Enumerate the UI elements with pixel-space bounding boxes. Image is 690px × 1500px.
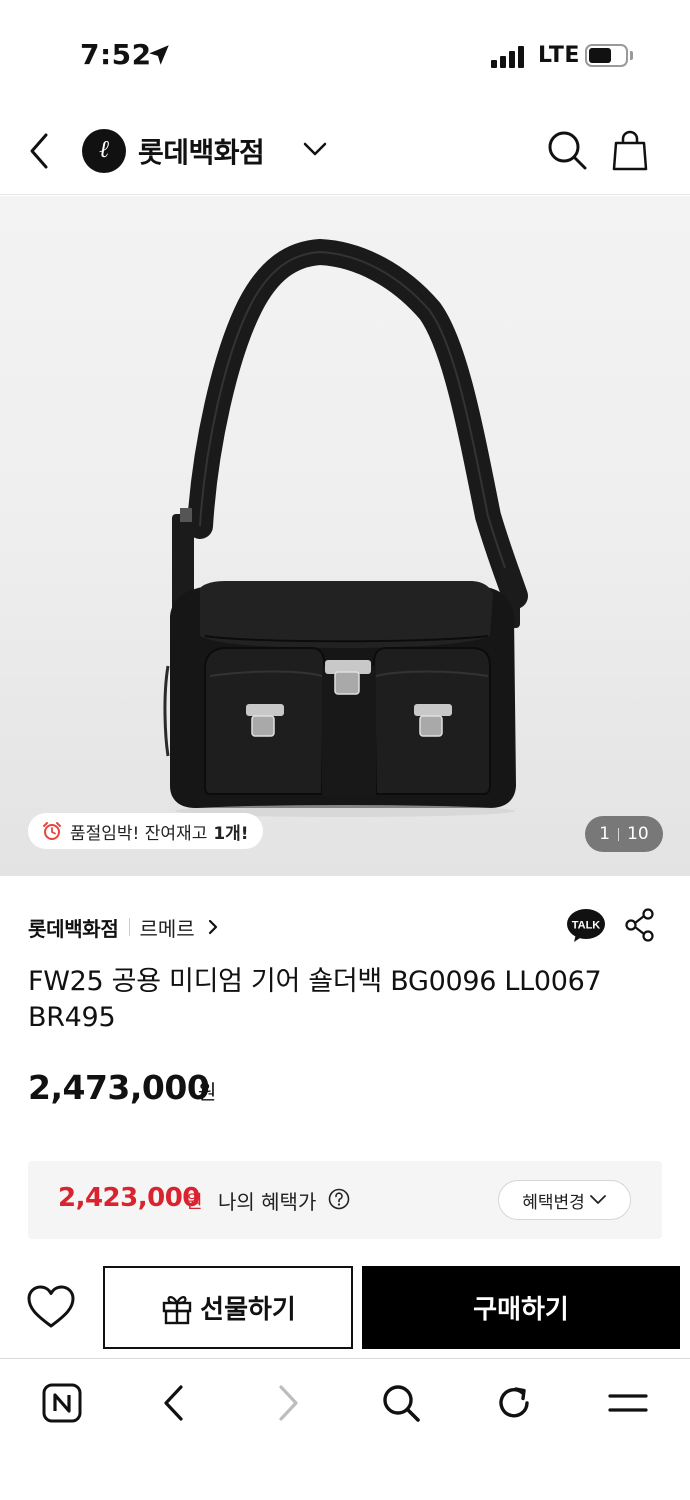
back-icon[interactable]	[22, 129, 58, 173]
product-price: 2,473,000	[28, 1068, 210, 1107]
alarm-clock-icon	[43, 822, 61, 840]
gift-icon	[162, 1295, 192, 1324]
menu-icon[interactable]	[604, 1379, 652, 1427]
gift-label: 선물하기	[200, 1295, 296, 1325]
benefit-price-unit: 원	[186, 1192, 203, 1213]
lotte-logo[interactable]: ℓ	[82, 129, 126, 173]
change-benefit-label: 혜택변경	[522, 1192, 585, 1213]
low-stock-badge: 품절임박! 잔여재고 1개!	[28, 813, 263, 849]
browser-forward-icon[interactable]	[264, 1379, 312, 1427]
benefit-price-box: 2,423,000 원 나의 혜택가 혜택변경	[28, 1161, 662, 1239]
refresh-icon[interactable]	[490, 1379, 538, 1427]
change-benefit-button[interactable]: 혜택변경	[498, 1180, 631, 1220]
browser-back-icon[interactable]	[150, 1379, 198, 1427]
brand-breadcrumb: 롯데백화점 르메르	[28, 912, 219, 942]
battery-cap	[630, 51, 633, 60]
buy-label: 구매하기	[473, 1295, 569, 1325]
price-unit: 원	[198, 1080, 217, 1104]
buy-button[interactable]: 구매하기	[362, 1266, 680, 1349]
image-index: 1	[599, 824, 611, 844]
stock-text: 품절임박! 잔여재고	[70, 823, 208, 844]
chevron-right-icon[interactable]	[207, 918, 219, 936]
store-name: 롯데백화점	[28, 916, 119, 941]
product-image	[163, 238, 528, 817]
browser-toolbar	[0, 1358, 690, 1500]
chevron-down-icon[interactable]	[302, 139, 328, 159]
network-label: LTE	[538, 43, 580, 68]
store-title[interactable]: 롯데백화점	[138, 131, 265, 171]
gift-button[interactable]: 선물하기	[103, 1266, 353, 1349]
location-arrow-icon	[149, 45, 169, 65]
status-time: 7:52	[80, 38, 152, 71]
search-icon[interactable]	[546, 129, 588, 171]
browser-search-icon[interactable]	[377, 1379, 425, 1427]
purchase-action-bar: 선물하기 구매하기	[0, 1266, 690, 1350]
benefit-price: 2,423,000	[58, 1183, 200, 1213]
signal-icon	[491, 44, 525, 68]
naver-home-icon[interactable]	[38, 1379, 86, 1427]
divider	[128, 918, 130, 936]
product-image-carousel[interactable]: 품절임박! 잔여재고 1개! 1 10	[0, 196, 690, 876]
stock-count: 1개!	[213, 823, 249, 844]
benefit-label: 나의 혜택가	[218, 1190, 317, 1214]
heart-icon[interactable]	[26, 1284, 76, 1330]
product-title: FW25 공용 미디엄 기어 숄더백 BG0096 LL0067 BR495	[28, 966, 602, 1033]
chevron-down-icon	[589, 1195, 606, 1204]
brand-link[interactable]: 르메르	[140, 913, 195, 942]
status-bar: 7:52 LTE	[0, 0, 690, 105]
app-header: ℓ 롯데백화점	[0, 105, 690, 195]
image-total: 10	[627, 824, 649, 844]
battery-icon	[585, 44, 628, 67]
share-icon[interactable]	[624, 908, 656, 942]
shopping-bag-icon[interactable]	[612, 129, 648, 171]
svg-text:TALK: TALK	[572, 920, 601, 932]
image-counter: 1 10	[585, 816, 663, 852]
kakao-talk-icon[interactable]: TALK	[566, 908, 606, 944]
question-circle-icon[interactable]	[328, 1188, 350, 1210]
